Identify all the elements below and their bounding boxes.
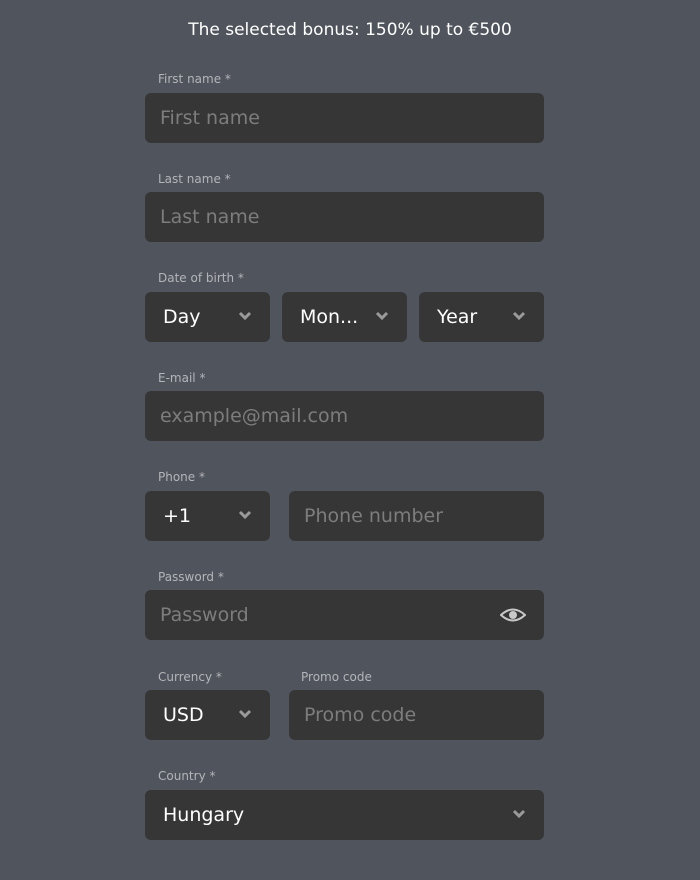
- currency-select[interactable]: USD: [145, 690, 270, 740]
- day-value: Day: [163, 306, 201, 328]
- country-value: Hungary: [163, 804, 245, 826]
- phone-label: Phone *: [158, 470, 205, 484]
- year-select[interactable]: Year: [419, 292, 544, 342]
- last-name-field[interactable]: [145, 192, 544, 242]
- phone-number-field[interactable]: [289, 491, 544, 541]
- promo-label: Promo code: [301, 670, 372, 684]
- promo-code-input[interactable]: [289, 690, 544, 740]
- email-label: E-mail *: [158, 371, 206, 385]
- chevron-down-icon: [375, 311, 389, 321]
- currency-label: Currency *: [158, 670, 222, 684]
- day-select[interactable]: Day: [145, 292, 270, 342]
- bonus-title: The selected bonus: 150% up to €500: [188, 20, 512, 40]
- phone-code-select[interactable]: +1: [145, 491, 270, 541]
- last-name-label: Last name *: [158, 172, 231, 186]
- dob-label: Date of birth *: [158, 271, 244, 285]
- password-label: Password *: [158, 570, 224, 584]
- month-value: Mon...: [300, 306, 359, 328]
- month-select[interactable]: Mon...: [282, 292, 407, 342]
- password-field[interactable]: [145, 590, 544, 640]
- country-label: Country *: [158, 769, 216, 783]
- chevron-down-icon: [238, 709, 252, 719]
- chevron-down-icon: [512, 809, 526, 819]
- last-name-input[interactable]: [145, 192, 544, 242]
- currency-value: USD: [163, 704, 204, 726]
- password-input[interactable]: [145, 590, 544, 640]
- email-field[interactable]: [145, 391, 544, 441]
- phone-number-input[interactable]: [289, 491, 544, 541]
- chevron-down-icon: [238, 311, 252, 321]
- chevron-down-icon: [512, 311, 526, 321]
- year-value: Year: [437, 306, 478, 328]
- first-name-label: First name *: [158, 72, 231, 86]
- email-input[interactable]: [145, 391, 544, 441]
- phone-code-value: +1: [163, 505, 192, 527]
- promo-code-field[interactable]: [289, 690, 544, 740]
- first-name-input[interactable]: [145, 93, 544, 143]
- chevron-down-icon: [238, 510, 252, 520]
- first-name-field[interactable]: [145, 93, 544, 143]
- country-select[interactable]: Hungary: [145, 790, 544, 840]
- eye-icon[interactable]: [500, 603, 526, 627]
